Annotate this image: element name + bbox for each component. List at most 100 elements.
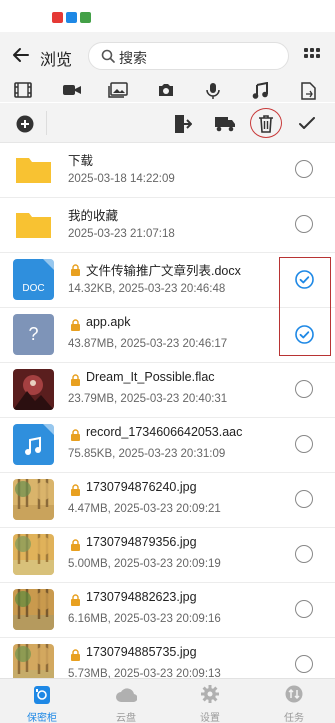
tab-tasks[interactable]: 任务: [252, 679, 335, 723]
select-checkbox[interactable]: [295, 655, 313, 673]
select-checkbox[interactable]: [295, 545, 313, 563]
file-meta: 6.16MB, 2025-03-23 20:09:16: [68, 613, 221, 625]
tab-cloud[interactable]: 云盘: [84, 679, 168, 723]
trash-icon[interactable]: [258, 114, 274, 133]
file-type-badge: ?: [28, 324, 39, 344]
file-meta: 43.87MB, 2025-03-23 20:46:17: [68, 338, 228, 350]
file-name: 文件传输推广文章列表.docx: [86, 264, 241, 278]
music-filter-icon[interactable]: [252, 82, 268, 100]
file-meta: 75.85KB, 2025-03-23 20:31:09: [68, 448, 226, 460]
export-icon[interactable]: [172, 114, 192, 134]
camcorder-filter-icon[interactable]: [62, 82, 82, 98]
select-checkbox[interactable]: [295, 600, 313, 618]
header: 浏览 搜索: [0, 32, 335, 102]
selection-highlight-box: [279, 257, 331, 356]
tab-label: 设置: [200, 713, 220, 723]
file-meta: 5.73MB, 2025-03-23 20:09:13: [68, 668, 221, 678]
file-name: 1730794885735.jpg: [86, 645, 197, 659]
select-checkbox[interactable]: [295, 215, 313, 233]
app-notification-icon: [80, 12, 91, 23]
lock-icon: [70, 538, 81, 556]
image-filter-icon[interactable]: [108, 82, 128, 98]
app-notification-icon: [66, 12, 77, 23]
tab-label: 保密柜: [27, 713, 57, 723]
select-checkbox[interactable]: [295, 380, 313, 398]
toolbar-divider: [46, 111, 47, 135]
select-checkbox[interactable]: [295, 435, 313, 453]
search-placeholder: 搜索: [119, 50, 147, 66]
task-icon: [285, 685, 303, 703]
gear-icon: [201, 685, 219, 703]
tab-label: 云盘: [116, 713, 136, 723]
file-meta: 4.47MB, 2025-03-23 20:09:21: [68, 503, 221, 515]
arrow-left-icon: [13, 48, 29, 62]
bottom-tab-bar: 保密柜 云盘 设置 任务: [0, 678, 335, 723]
file-row[interactable]: 1730794885735.jpg 5.73MB, 2025-03-23 20:0…: [0, 638, 335, 678]
unknown-file-icon: ?: [13, 314, 54, 355]
lock-icon: [70, 428, 81, 446]
lock-icon: [70, 593, 81, 611]
vault-icon: [34, 686, 50, 704]
file-name: 1730794876240.jpg: [86, 480, 197, 494]
add-icon[interactable]: [16, 115, 34, 133]
file-name: 1730794879356.jpg: [86, 535, 197, 549]
select-checkbox[interactable]: [295, 490, 313, 508]
file-meta: 5.00MB, 2025-03-23 20:09:19: [68, 558, 221, 570]
file-row[interactable]: record_1734606642053.aac 75.85KB, 2025-03…: [0, 418, 335, 473]
file-row[interactable]: 下载 2025-03-18 14:22:09: [0, 143, 335, 198]
file-list: 下载 2025-03-18 14:22:09 我的收藏 2025-03-23 21:0…: [0, 143, 335, 678]
action-toolbar: [0, 103, 335, 143]
file-name: record_1734606642053.aac: [86, 425, 243, 439]
image-thumbnail: [13, 589, 54, 630]
image-thumbnail: [13, 644, 54, 678]
file-name: 1730794882623.jpg: [86, 590, 197, 604]
page-title: 浏览: [40, 52, 73, 69]
grid-icon: [304, 48, 320, 58]
file-name: Dream_It_Possible.flac: [86, 370, 215, 384]
status-bar: [0, 0, 335, 32]
lock-icon: [70, 318, 81, 336]
file-row[interactable]: Dream_It_Possible.flac 23.79MB, 2025-03-2…: [0, 363, 335, 418]
image-thumbnail: [13, 479, 54, 520]
file-name: app.apk: [86, 315, 131, 329]
file-row[interactable]: 1730794879356.jpg 5.00MB, 2025-03-23 20:0…: [0, 528, 335, 583]
app-notification-icon: [52, 12, 63, 23]
camera-filter-icon[interactable]: [157, 82, 175, 98]
file-name: 我的收藏: [68, 209, 119, 223]
file-row[interactable]: 1730794882623.jpg 6.16MB, 2025-03-23 20:0…: [0, 583, 335, 638]
file-row[interactable]: 1730794876240.jpg 4.47MB, 2025-03-23 20:0…: [0, 473, 335, 528]
file-meta: 2025-03-23 21:07:18: [68, 228, 175, 240]
file-meta: 14.32KB, 2025-03-23 20:46:48: [68, 283, 226, 295]
grid-menu-button[interactable]: [304, 48, 320, 69]
tab-label: 任务: [284, 713, 304, 723]
search-input[interactable]: 搜索: [88, 42, 289, 70]
lock-icon: [70, 648, 81, 666]
type-filter-bar: [0, 80, 335, 102]
file-filter-icon[interactable]: [300, 82, 316, 100]
file-name: 下载: [68, 154, 94, 168]
search-icon: [101, 49, 115, 63]
folder-icon: [13, 204, 54, 245]
select-all-icon[interactable]: [299, 117, 315, 130]
lock-icon: [70, 263, 81, 281]
album-cover-thumbnail: [13, 369, 54, 410]
folder-icon: [13, 149, 54, 190]
select-checkbox[interactable]: [295, 160, 313, 178]
move-truck-icon[interactable]: [214, 115, 236, 132]
tab-vault[interactable]: 保密柜: [0, 679, 84, 723]
tab-settings[interactable]: 设置: [168, 679, 252, 723]
back-button[interactable]: [12, 46, 30, 69]
video-filter-icon[interactable]: [14, 82, 32, 98]
audio-file-icon: [13, 424, 54, 465]
file-type-badge: DOC: [22, 283, 45, 294]
lock-icon: [70, 483, 81, 501]
file-meta: 2025-03-18 14:22:09: [68, 173, 175, 185]
lock-icon: [70, 373, 81, 391]
file-meta: 23.79MB, 2025-03-23 20:40:31: [68, 393, 228, 405]
microphone-filter-icon[interactable]: [206, 82, 220, 100]
cloud-icon: [116, 688, 137, 703]
image-thumbnail: [13, 534, 54, 575]
notification-icons: [52, 12, 91, 23]
file-row[interactable]: 我的收藏 2025-03-23 21:07:18: [0, 198, 335, 253]
doc-file-icon: DOC: [13, 259, 54, 300]
